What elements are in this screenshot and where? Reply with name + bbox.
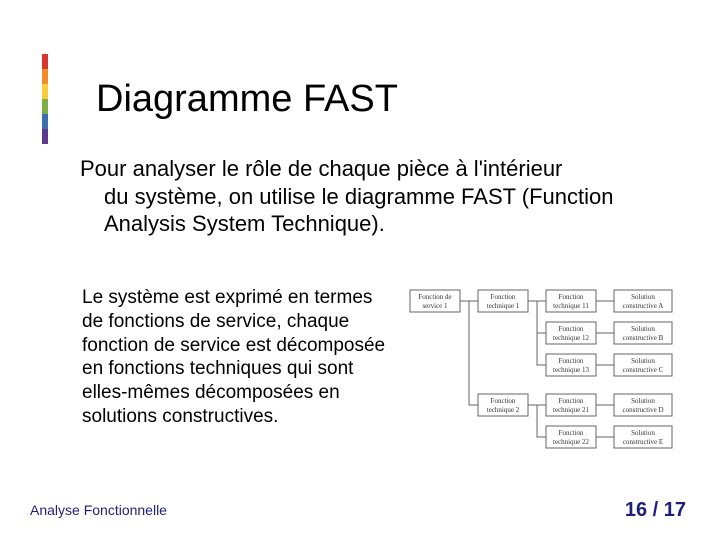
- svg-text:Solution: Solution: [631, 429, 655, 437]
- footer-page-number: 16 / 17: [625, 499, 686, 522]
- svg-text:Solution: Solution: [631, 293, 655, 301]
- svg-text:constructive D: constructive D: [622, 406, 663, 414]
- svg-text:technique 1: technique 1: [487, 302, 520, 310]
- svg-text:constructive B: constructive B: [623, 334, 664, 342]
- accent-bar: [42, 54, 48, 144]
- svg-text:constructive E: constructive E: [623, 438, 663, 446]
- svg-text:service 1: service 1: [422, 302, 448, 310]
- svg-text:Fonction: Fonction: [559, 397, 584, 405]
- svg-text:technique 2: technique 2: [487, 406, 520, 414]
- intro-rest: du système, on utilise le diagramme FAST…: [104, 183, 650, 238]
- intro-line1: Pour analyser le rôle de chaque pièce à …: [80, 156, 562, 181]
- svg-text:Fonction: Fonction: [491, 293, 516, 301]
- svg-text:Fonction: Fonction: [559, 357, 584, 365]
- footer-left: Analyse Fonctionnelle: [30, 502, 167, 518]
- title-block: Diagramme FAST: [42, 54, 398, 144]
- page-title: Diagramme FAST: [96, 78, 398, 121]
- intro-paragraph: Pour analyser le rôle de chaque pièce à …: [80, 155, 650, 238]
- svg-text:technique 13: technique 13: [553, 366, 589, 374]
- svg-text:technique 21: technique 21: [553, 406, 589, 414]
- svg-text:Fonction: Fonction: [559, 293, 584, 301]
- body-paragraph: Le système est exprimé en termes de fonc…: [82, 286, 394, 429]
- svg-text:Fonction: Fonction: [559, 325, 584, 333]
- svg-text:technique 22: technique 22: [553, 438, 589, 446]
- body-row: Le système est exprimé en termes de fonc…: [82, 286, 682, 461]
- svg-text:Solution: Solution: [631, 325, 655, 333]
- fast-diagram: Fonction deservice 1Fonctiontechnique 1F…: [406, 286, 676, 461]
- svg-text:Solution: Solution: [631, 357, 655, 365]
- svg-text:constructive C: constructive C: [623, 366, 664, 374]
- svg-text:technique 11: technique 11: [553, 302, 589, 310]
- svg-text:technique 12: technique 12: [553, 334, 589, 342]
- svg-text:Solution: Solution: [631, 397, 655, 405]
- svg-text:Fonction: Fonction: [491, 397, 516, 405]
- svg-text:Fonction de: Fonction de: [418, 293, 451, 301]
- svg-text:constructive A: constructive A: [623, 302, 664, 310]
- svg-text:Fonction: Fonction: [559, 429, 584, 437]
